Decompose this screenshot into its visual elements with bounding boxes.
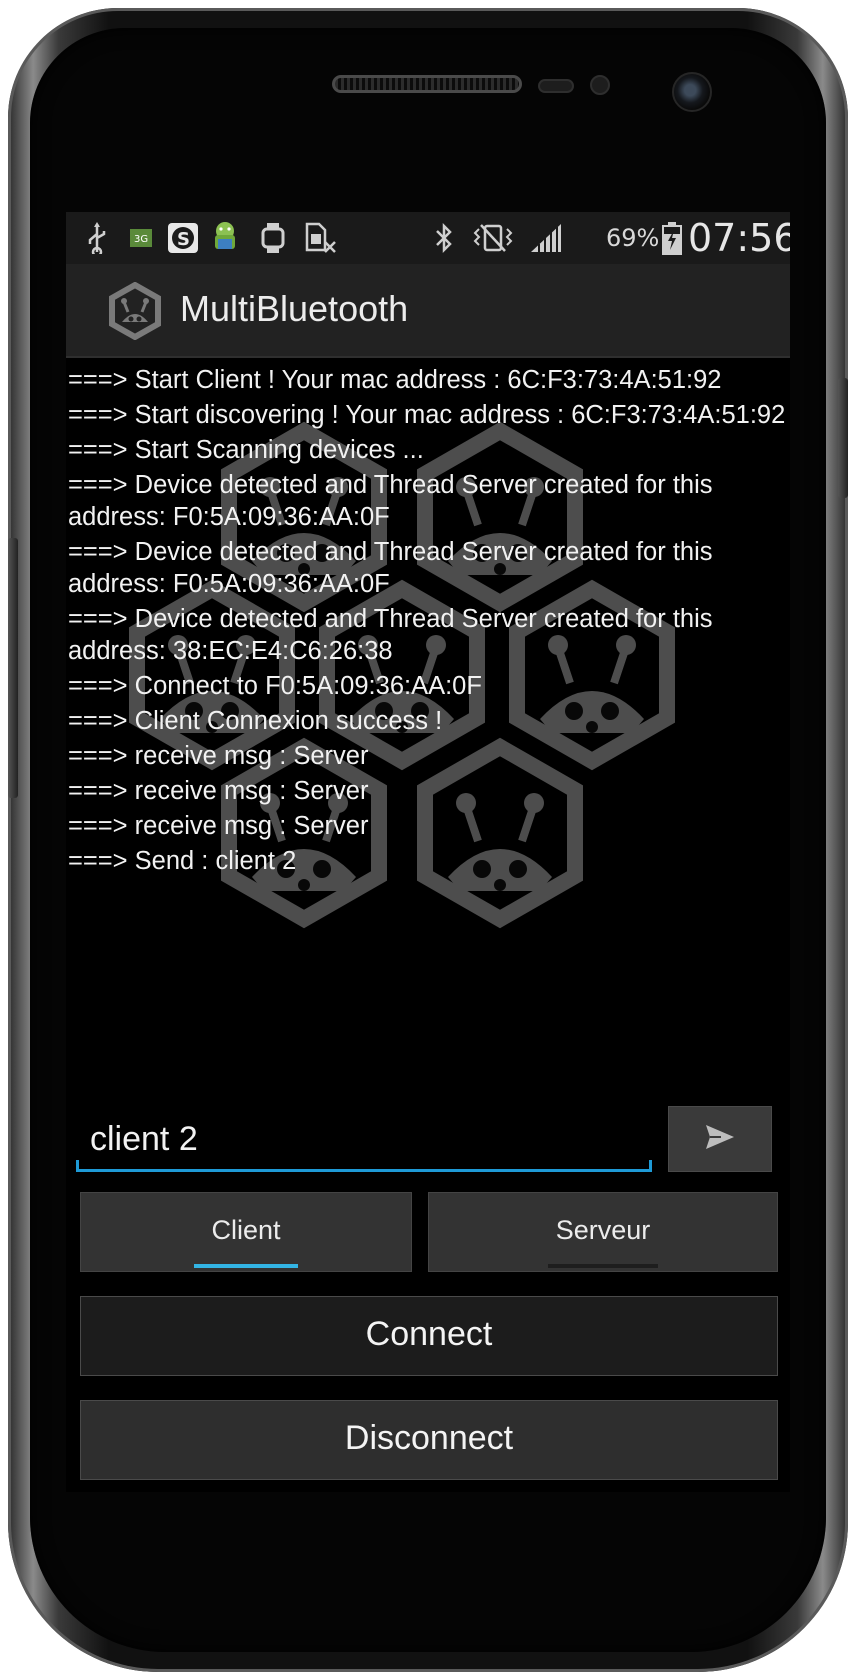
connect-button[interactable]: Connect [80,1296,778,1376]
bluetooth-icon [432,222,456,254]
3g-icon: 3G [128,222,154,254]
action-bar: MultiBluetooth [66,264,790,358]
skype-icon: S [166,222,200,254]
signal-icon [528,222,564,254]
no-sim-icon [302,222,338,254]
input-underline-left [76,1160,79,1172]
battery-percent: 69% [606,224,660,252]
app-logo-icon[interactable] [106,281,164,341]
usb-icon [84,222,110,254]
log-line: ===> Send : client 2 [68,847,297,875]
log-line: ===> Start Scanning devices ... [68,436,424,464]
status-bar: 3G S 69% 07:56 [66,212,790,264]
log-line: ===> receive msg : Server [68,777,369,805]
tab-indicator [548,1264,658,1268]
earpiece-speaker [332,75,522,93]
tab-client-label: Client [211,1215,281,1245]
app-title: MultiBluetooth [180,288,409,329]
battery-icon [660,222,684,255]
tab-serveur-label: Serveur [555,1215,651,1245]
power-button [838,378,848,498]
svg-text:S: S [177,229,190,250]
send-icon [705,1124,735,1154]
log-area: ===> Start Client ! Your mac address : 6… [66,360,790,1080]
log-line: ===> Start Client ! Your mac address : 6… [68,366,722,394]
screen: 3G S 69% 07:56 MultiBluetooth ===> Start… [66,212,790,1492]
disconnect-button[interactable]: Disconnect [80,1400,778,1480]
front-camera [672,72,712,112]
log-line: ===> Start discovering ! Your mac addres… [68,401,786,429]
vibrate-icon [470,222,516,254]
message-input[interactable] [76,1110,652,1172]
log-line: ===> Device detected and Thread Server c… [68,605,713,665]
log-line: ===> Device detected and Thread Server c… [68,471,713,531]
light-sensor [590,75,610,95]
log-line: ===> Client Connexion success ! [68,707,443,735]
send-button[interactable] [668,1106,772,1172]
volume-button [8,538,18,798]
tab-selected-indicator [194,1264,298,1268]
status-clock: 07:56 [688,216,790,260]
tab-client[interactable]: Client [80,1192,412,1272]
log-text: ===> Start Client ! Your mac address : 6… [68,364,788,880]
watch-icon [260,222,286,254]
proximity-sensor [538,79,574,93]
log-line: ===> receive msg : Server [68,812,369,840]
tab-serveur[interactable]: Serveur [428,1192,778,1272]
log-line: ===> Device detected and Thread Server c… [68,538,713,598]
log-line: ===> receive msg : Server [68,742,369,770]
input-underline-right [649,1160,652,1172]
android-icon [208,222,242,254]
log-line: ===> Connect to F0:5A:09:36:AA:0F [68,672,482,700]
svg-text:3G: 3G [134,234,148,245]
